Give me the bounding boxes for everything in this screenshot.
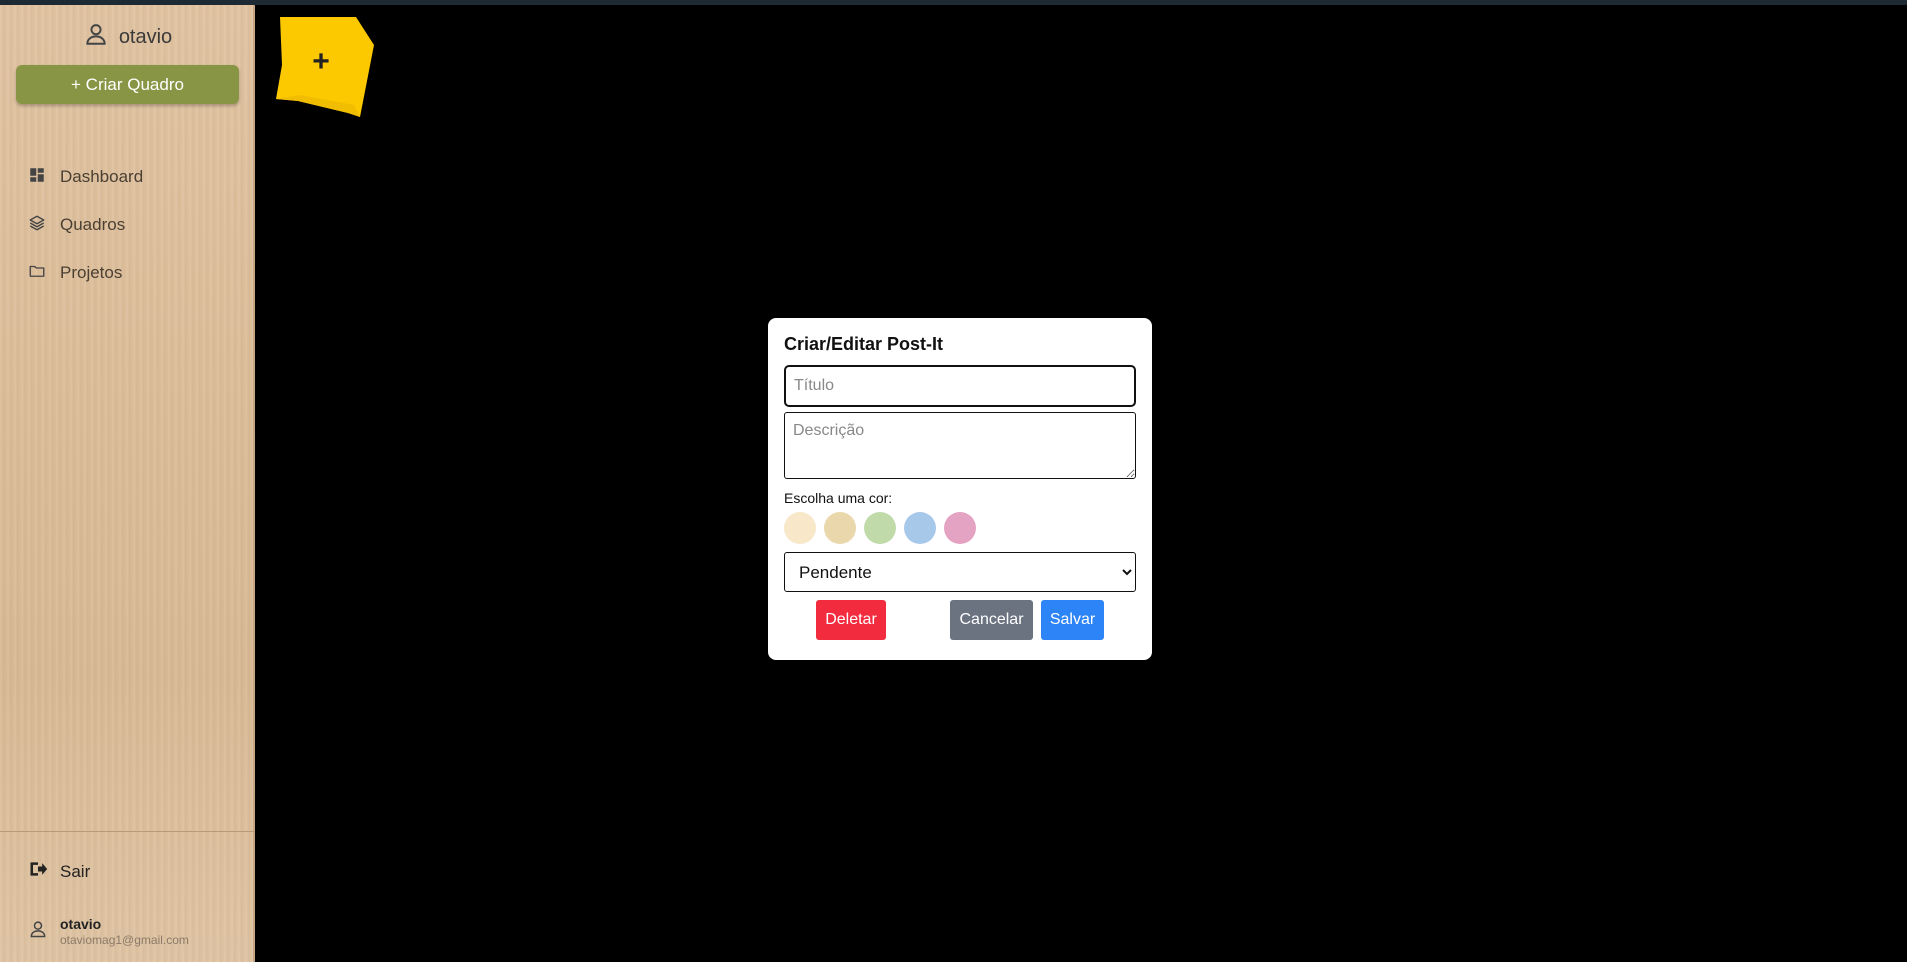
cancel-button[interactable]: Cancelar (950, 600, 1033, 640)
modal-actions: Deletar Cancelar Salvar (784, 600, 1136, 640)
sidebar-item-projetos[interactable]: Projetos (0, 249, 255, 297)
sidebar: otavio + Criar Quadro Dashboard Quadros … (0, 5, 255, 962)
save-button[interactable]: Salvar (1041, 600, 1104, 640)
add-postit-button[interactable]: + (276, 17, 374, 117)
logout-button[interactable]: Sair (28, 859, 90, 884)
color-swatches (784, 512, 1136, 544)
status-select[interactable]: Pendente (784, 552, 1136, 592)
delete-button[interactable]: Deletar (816, 600, 886, 640)
sidebar-username: otavio (118, 25, 173, 48)
logout-label: Sair (60, 861, 91, 881)
sidebar-nav: Dashboard Quadros Projetos (0, 153, 255, 297)
color-swatch-pink[interactable] (944, 512, 976, 544)
sidebar-item-quadros[interactable]: Quadros (0, 201, 255, 249)
postit-modal: Criar/Editar Post-It Escolha uma cor: Pe… (768, 318, 1152, 660)
sidebar-item-label: Quadros (60, 215, 126, 234)
footer-user-name: otavio (60, 916, 102, 932)
layers-icon (28, 214, 60, 237)
footer-user-email: otaviomag1@gmail.com (60, 933, 189, 947)
dashboard-icon (28, 166, 60, 189)
color-swatch-blue[interactable] (904, 512, 936, 544)
sidebar-divider (0, 831, 255, 832)
user-icon (83, 21, 109, 53)
sidebar-item-label: Dashboard (60, 167, 144, 186)
create-board-button[interactable]: + Criar Quadro (16, 65, 239, 104)
logout-icon (28, 859, 60, 884)
user-icon (28, 919, 60, 944)
folder-icon (28, 262, 60, 285)
title-input[interactable] (784, 365, 1136, 407)
sidebar-profile: otavio (0, 21, 255, 53)
plus-icon: + (312, 45, 330, 78)
sidebar-item-label: Projetos (60, 263, 123, 282)
footer-user-card: otavio otaviomag1@gmail.com (28, 916, 189, 947)
description-textarea[interactable] (784, 412, 1136, 479)
color-swatch-beige[interactable] (824, 512, 856, 544)
sidebar-item-dashboard[interactable]: Dashboard (0, 153, 255, 201)
window-top-border (0, 0, 1907, 5)
color-swatch-green[interactable] (864, 512, 896, 544)
color-swatch-cream[interactable] (784, 512, 816, 544)
modal-title: Criar/Editar Post-It (784, 334, 944, 354)
color-label: Escolha uma cor: (784, 490, 893, 506)
